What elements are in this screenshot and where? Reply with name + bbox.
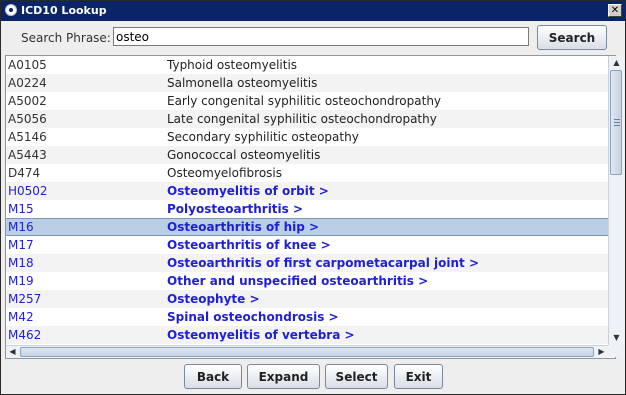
search-input[interactable]: [113, 27, 529, 46]
result-description: Early congenital syphilitic osteochondro…: [167, 94, 442, 108]
scroll-corner: [608, 345, 623, 357]
close-button[interactable]: ✕: [608, 4, 622, 17]
result-code: M16: [8, 220, 34, 234]
result-code: M18: [8, 256, 34, 270]
result-code: A5056: [8, 112, 47, 126]
result-description: Gonococcal osteomyelitis: [167, 148, 321, 162]
result-row[interactable]: D474 Osteomyelofibrosis: [6, 164, 609, 182]
window-title: ICD10 Lookup: [21, 4, 107, 17]
result-description: Salmonella osteomyelitis: [167, 76, 318, 90]
result-code: M462: [8, 328, 42, 342]
grip-line: [614, 122, 620, 123]
result-code: A0105: [8, 58, 47, 72]
result-code: M42: [8, 310, 34, 324]
result-code: H0502: [8, 184, 48, 198]
result-row[interactable]: M18 Osteoarthritis of first carpometacarp…: [6, 254, 609, 272]
result-row[interactable]: A0224 Salmonella osteomyelitis: [6, 74, 609, 92]
result-row[interactable]: H0502 Osteomyelitis of orbit >: [6, 182, 609, 200]
result-row[interactable]: M42 Spinal osteochondrosis >: [6, 308, 609, 326]
search-button[interactable]: Search: [537, 25, 607, 50]
grip-line: [614, 119, 620, 120]
result-code: D474: [8, 166, 41, 180]
result-row[interactable]: M16 Osteoarthritis of hip >: [6, 218, 609, 236]
result-code: A5443: [8, 148, 47, 162]
vertical-scrollbar[interactable]: ▲ ▼: [608, 56, 624, 345]
horizontal-scrollbar[interactable]: ◀ ▶: [6, 345, 608, 358]
result-description: Osteoarthritis of knee >: [167, 238, 331, 252]
result-row[interactable]: A5146 Secondary syphilitic osteopathy: [6, 128, 609, 146]
result-description: Osteomyelitis of orbit >: [167, 184, 329, 198]
result-code: M15: [8, 202, 34, 216]
select-button[interactable]: Select: [325, 364, 388, 389]
result-description: Polyosteoarthritis >: [167, 202, 304, 216]
result-description: Secondary syphilitic osteopathy: [167, 130, 359, 144]
vertical-scroll-thumb[interactable]: [610, 70, 622, 175]
result-row[interactable]: A5002 Early congenital syphilitic osteoch…: [6, 92, 609, 110]
result-description: Typhoid osteomyelitis: [167, 58, 298, 72]
back-button[interactable]: Back: [184, 364, 242, 389]
result-code: M17: [8, 238, 34, 252]
result-code: A5002: [8, 94, 47, 108]
grip-line: [614, 125, 620, 126]
result-code: M19: [8, 274, 34, 288]
results-list[interactable]: A0105 Typhoid osteomyelitis A0224 Salmonell…: [5, 55, 616, 359]
close-icon: ✕: [610, 5, 620, 16]
result-row[interactable]: M15 Polyosteoarthritis >: [6, 200, 609, 218]
scroll-left-arrow-icon[interactable]: ◀: [6, 346, 19, 358]
scroll-up-arrow-icon[interactable]: ▲: [610, 57, 623, 69]
horizontal-scroll-thumb[interactable]: [20, 347, 594, 357]
result-description: Osteomyelofibrosis: [167, 166, 283, 180]
app-icon: [5, 4, 17, 16]
search-label: Search Phrase:: [21, 31, 111, 45]
results-rows: A0105 Typhoid osteomyelitis A0224 Salmonell…: [6, 56, 609, 344]
result-row[interactable]: M19 Other and unspecified osteoarthritis …: [6, 272, 609, 290]
result-description: Osteoarthritis of hip >: [167, 220, 320, 234]
exit-button[interactable]: Exit: [394, 364, 443, 389]
result-code: A0224: [8, 76, 47, 90]
result-row[interactable]: A5443 Gonococcal osteomyelitis: [6, 146, 609, 164]
result-description: Osteoarthritis of first carpometacarpal …: [167, 256, 479, 270]
result-row[interactable]: A0105 Typhoid osteomyelitis: [6, 56, 609, 74]
expand-button[interactable]: Expand: [247, 364, 320, 389]
title-bar[interactable]: ICD10 Lookup ✕: [1, 1, 625, 21]
result-code: A5146: [8, 130, 47, 144]
result-description: Other and unspecified osteoarthritis >: [167, 274, 429, 288]
result-row[interactable]: M462 Osteomyelitis of vertebra >: [6, 326, 609, 344]
result-description: Spinal osteochondrosis >: [167, 310, 339, 324]
result-description: Osteophyte >: [167, 292, 260, 306]
result-row[interactable]: A5056 Late congenital syphilitic osteocho…: [6, 110, 609, 128]
icd10-lookup-window: ICD10 Lookup ✕ Search Phrase: Search A01…: [0, 0, 626, 395]
scroll-right-arrow-icon[interactable]: ▶: [595, 346, 608, 358]
result-row[interactable]: M17 Osteoarthritis of knee >: [6, 236, 609, 254]
result-description: Osteomyelitis of vertebra >: [167, 328, 355, 342]
result-row[interactable]: M257 Osteophyte >: [6, 290, 609, 308]
result-code: M257: [8, 292, 42, 306]
scroll-down-arrow-icon[interactable]: ▼: [610, 332, 623, 344]
result-description: Late congenital syphilitic osteochondrop…: [167, 112, 437, 126]
